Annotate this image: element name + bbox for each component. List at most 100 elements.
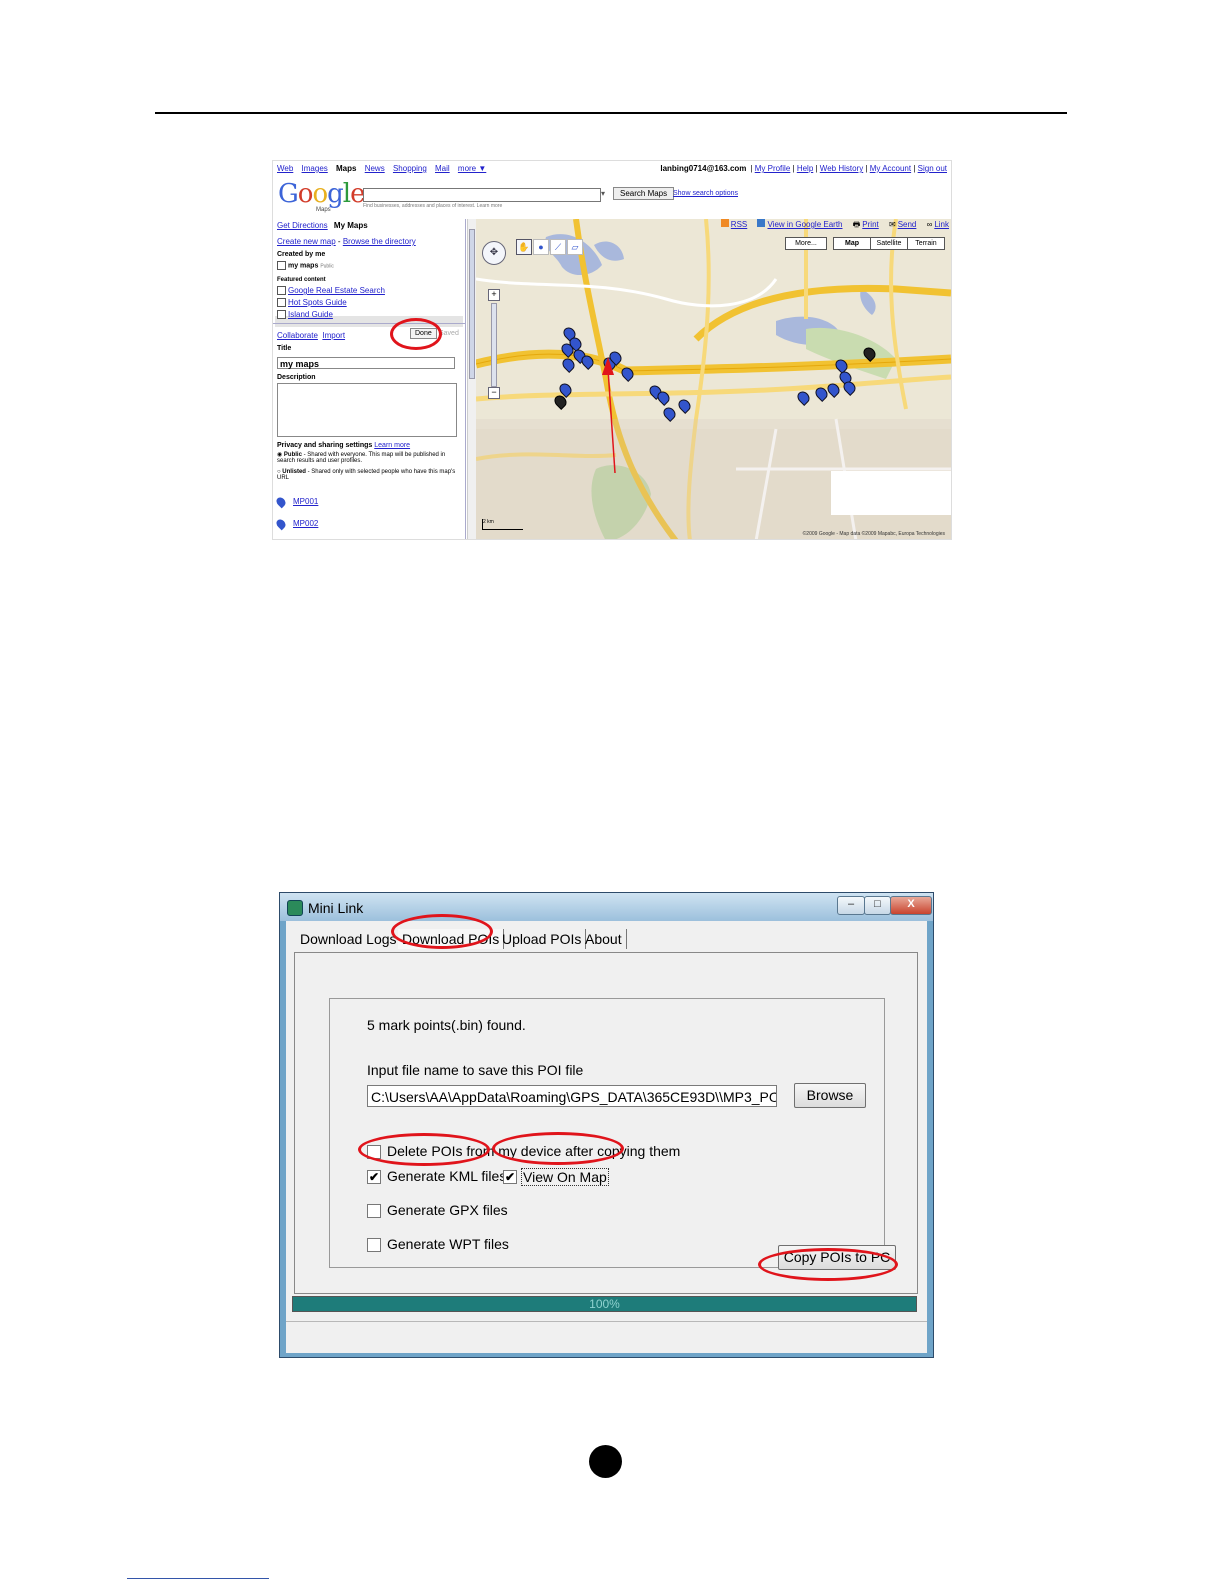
page-marker-dot	[589, 1445, 622, 1478]
annotation-arrow	[602, 357, 616, 474]
placemark-link[interactable]: MP002	[293, 519, 318, 528]
options-group: 5 mark points(.bin) found. Input file na…	[329, 998, 885, 1268]
tab-upload-pois[interactable]: Upload POIs	[498, 929, 587, 949]
done-button[interactable]: Done	[410, 328, 437, 339]
generate-kml-label: Generate KML files	[387, 1168, 507, 1184]
public-badge: Public	[320, 263, 334, 270]
my-profile-link[interactable]: My Profile	[755, 164, 791, 173]
featured-item[interactable]: Island Guide	[277, 310, 333, 320]
help-link[interactable]: Help	[797, 164, 813, 173]
title-label: Title	[277, 345, 292, 352]
privacy-learn-more-link[interactable]: Learn more	[374, 442, 410, 449]
tab-download-pois[interactable]: Download POIs	[398, 929, 505, 949]
my-maps-checkbox[interactable]	[277, 261, 286, 270]
send-link[interactable]: Send	[898, 220, 917, 229]
tab-my-maps[interactable]: My Maps	[334, 221, 368, 230]
scrollbar-thumb[interactable]	[469, 229, 475, 379]
map-type-satellite[interactable]: Satellite	[870, 237, 908, 250]
sign-out-link[interactable]: Sign out	[918, 164, 947, 173]
nav-news[interactable]: News	[365, 164, 385, 173]
tab-about[interactable]: About	[581, 929, 627, 949]
window-client: Download Logs Download POIs Upload POIs …	[286, 921, 927, 1353]
google-logo: Google Maps	[278, 179, 365, 213]
minimize-button[interactable]: –	[837, 896, 865, 915]
map-description-input[interactable]	[277, 383, 457, 437]
featured-checkbox[interactable]	[277, 286, 286, 296]
nav-mail[interactable]: Mail	[435, 164, 450, 173]
minilink-window: Mini Link – □ X Download Logs Download P…	[279, 892, 934, 1358]
window-titlebar[interactable]: Mini Link – □ X	[280, 893, 933, 921]
send-icon: ✉	[888, 220, 896, 229]
featured-checkbox[interactable]	[277, 298, 286, 308]
my-maps-panel: Get Directions My Maps Create new map - …	[273, 219, 466, 539]
copy-pois-button[interactable]: Copy POIs to PC	[778, 1245, 896, 1270]
view-on-map-checkbox[interactable]: ✔	[503, 1170, 517, 1184]
web-history-link[interactable]: Web History	[820, 164, 863, 173]
placemark-item[interactable]: MP002	[274, 517, 318, 531]
delete-pois-checkbox[interactable]	[367, 1145, 381, 1159]
placemark-pin-icon	[274, 495, 288, 509]
map-type-more[interactable]: More...	[785, 237, 827, 250]
featured-island-guide-link[interactable]: Island Guide	[288, 310, 333, 319]
link-link[interactable]: Link	[934, 220, 949, 229]
search-hint: Find businesses, addresses and places of…	[363, 203, 503, 209]
my-account-link[interactable]: My Account	[870, 164, 911, 173]
view-in-google-earth-link[interactable]: View in Google Earth	[767, 220, 842, 229]
description-label: Description	[277, 374, 316, 381]
create-new-map-link[interactable]: Create new map	[277, 237, 336, 246]
map-type-terrain[interactable]: Terrain	[907, 237, 945, 250]
view-on-map-label: View On Map	[521, 1168, 609, 1186]
generate-wpt-checkbox[interactable]	[367, 1238, 381, 1252]
featured-checkbox[interactable]	[277, 310, 286, 320]
browse-button[interactable]: Browse	[794, 1083, 866, 1108]
progress-bar: 100%	[292, 1296, 917, 1312]
created-by-me-heading: Created by me	[277, 251, 326, 258]
rss-icon	[720, 219, 729, 227]
generate-gpx-checkbox[interactable]	[367, 1204, 381, 1218]
map-title-input[interactable]: my maps	[277, 357, 455, 369]
nav-images[interactable]: Images	[302, 164, 328, 173]
print-link[interactable]: Print	[862, 220, 878, 229]
browse-directory-link[interactable]: Browse the directory	[343, 237, 416, 246]
placemark-pin-icon	[274, 517, 288, 531]
privacy-unlisted-option[interactable]: ○ Unlisted - Shared only with selected p…	[277, 469, 457, 481]
rss-link[interactable]: RSS	[731, 220, 747, 229]
import-link[interactable]: Import	[322, 331, 345, 340]
maps-search-input[interactable]	[363, 188, 601, 202]
tab-download-logs[interactable]: Download Logs	[296, 929, 402, 949]
tab-get-directions[interactable]: Get Directions	[277, 221, 328, 230]
show-search-options-link[interactable]: Show search options	[673, 190, 738, 197]
placemark-item[interactable]: MP001	[274, 495, 318, 509]
account-email: lanbing0714@163.com	[660, 164, 747, 173]
my-maps-label: my maps	[288, 262, 319, 270]
nav-web[interactable]: Web	[277, 164, 293, 173]
print-icon: 🖶	[852, 220, 861, 229]
close-button[interactable]: X	[890, 896, 932, 915]
featured-item[interactable]: Hot Spots Guide	[277, 298, 347, 308]
map-type-map[interactable]: Map	[833, 237, 871, 250]
google-maps-screenshot: Web Images Maps News Shopping Mail more …	[272, 160, 952, 540]
header-rule	[155, 112, 1067, 114]
featured-real-estate-link[interactable]: Google Real Estate Search	[288, 286, 385, 295]
status-bar	[286, 1321, 927, 1322]
panel-scrollbar[interactable]	[467, 219, 476, 539]
maximize-button[interactable]: □	[864, 896, 891, 915]
google-earth-icon	[757, 219, 766, 227]
search-dropdown-icon[interactable]: ▾	[601, 189, 605, 198]
found-count-text: 5 mark points(.bin) found.	[367, 1017, 526, 1033]
placemark-link[interactable]: MP001	[293, 497, 318, 506]
privacy-public-option[interactable]: ◉ Public - Shared with everyone. This ma…	[277, 451, 457, 464]
nav-shopping[interactable]: Shopping	[393, 164, 427, 173]
featured-item[interactable]: Google Real Estate Search	[277, 286, 385, 296]
file-name-label: Input file name to save this POI file	[367, 1062, 584, 1078]
generate-kml-checkbox[interactable]: ✔	[367, 1170, 381, 1184]
collaborate-link[interactable]: Collaborate	[277, 331, 318, 340]
file-path-input[interactable]: C:\Users\AA\AppData\Roaming\GPS_DATA\365…	[367, 1085, 777, 1107]
nav-more[interactable]: more ▼	[458, 164, 486, 173]
map-canvas[interactable]: ✥ + − ✋ ● ⟋ ▱ 2 km ©2009 Google - Map da…	[476, 219, 951, 539]
featured-hot-spots-link[interactable]: Hot Spots Guide	[288, 298, 347, 307]
saved-label: Saved	[439, 330, 459, 337]
footer-rule	[127, 1578, 269, 1579]
search-maps-button[interactable]: Search Maps	[613, 187, 675, 200]
my-maps-entry[interactable]: my maps Public	[277, 261, 334, 270]
